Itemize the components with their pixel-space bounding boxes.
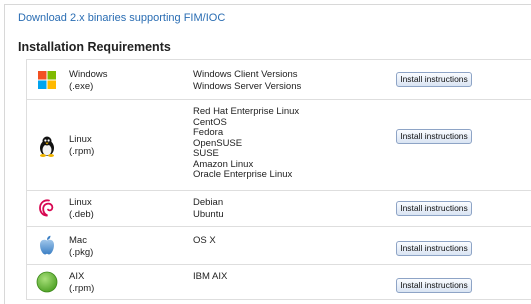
os-name: Linux: [69, 197, 92, 208]
version-item: Fedora: [193, 127, 224, 138]
supported-versions-cell: Windows Client Versions Windows Server V…: [193, 69, 301, 92]
version-item: IBM AIX: [193, 271, 228, 282]
table-row-windows: Windows (.exe) Windows Client Versions W…: [26, 59, 531, 99]
package-type: (.deb): [69, 208, 94, 220]
download-binaries-link[interactable]: Download 2.x binaries supporting FIM/IOC: [18, 12, 225, 24]
supported-versions-cell: OS X: [193, 235, 216, 247]
supported-versions-cell: Red Hat Enterprise Linux CentOS Fedora O…: [193, 106, 300, 181]
table-row-aix: AIX (.rpm) IBM AIX Install instructions: [26, 264, 531, 300]
apple-logo-icon: [40, 235, 54, 255]
version-item: Windows Client Versions: [193, 69, 298, 80]
package-type: (.rpm): [69, 145, 95, 157]
version-item: Windows Server Versions: [193, 80, 302, 92]
install-instructions-button-mac[interactable]: Install instructions: [396, 241, 472, 256]
table-row-linux-rpm: Linux (.rpm) Red Hat Enterprise Linux Ce…: [26, 99, 531, 190]
os-name-cell: AIX (.rpm): [69, 271, 94, 294]
table-row-linux-deb: Linux (.deb) Debian Ubuntu Install instr…: [26, 190, 531, 226]
os-name: Linux: [69, 134, 92, 145]
os-name: AIX: [69, 271, 85, 282]
version-item: Red Hat Enterprise Linux: [193, 106, 300, 117]
debian-swirl-icon: [39, 199, 54, 217]
supported-versions-cell: IBM AIX: [193, 271, 227, 283]
version-item: SUSE: [193, 148, 219, 159]
installation-requirements-heading: Installation Requirements: [18, 40, 171, 54]
install-instructions-button-windows[interactable]: Install instructions: [396, 72, 472, 87]
install-instructions-button-linux-deb[interactable]: Install instructions: [396, 201, 472, 216]
version-item: Ubuntu: [193, 208, 224, 220]
aix-logo-icon: [36, 271, 58, 293]
package-type: (.rpm): [69, 282, 95, 294]
linux-tux-icon: [40, 136, 54, 157]
os-name-cell: Linux (.rpm): [69, 134, 94, 157]
version-item: Debian: [193, 197, 224, 208]
os-name: Windows: [69, 69, 108, 80]
os-name-cell: Windows (.exe): [69, 69, 108, 92]
table-row-mac: Mac (.pkg) OS X Install instructions: [26, 226, 531, 264]
os-name-cell: Linux (.deb): [69, 197, 94, 220]
package-type: (.exe): [69, 80, 94, 92]
os-name: Mac: [69, 235, 87, 246]
package-type: (.pkg): [69, 246, 94, 258]
version-item: OS X: [193, 235, 216, 246]
windows-logo-icon: [38, 71, 56, 89]
os-name-cell: Mac (.pkg): [69, 235, 93, 258]
install-instructions-button-linux-rpm[interactable]: Install instructions: [396, 129, 472, 144]
supported-versions-cell: Debian Ubuntu: [193, 197, 224, 220]
version-item: Oracle Enterprise Linux: [193, 169, 293, 180]
install-instructions-button-aix[interactable]: Install instructions: [396, 278, 472, 293]
